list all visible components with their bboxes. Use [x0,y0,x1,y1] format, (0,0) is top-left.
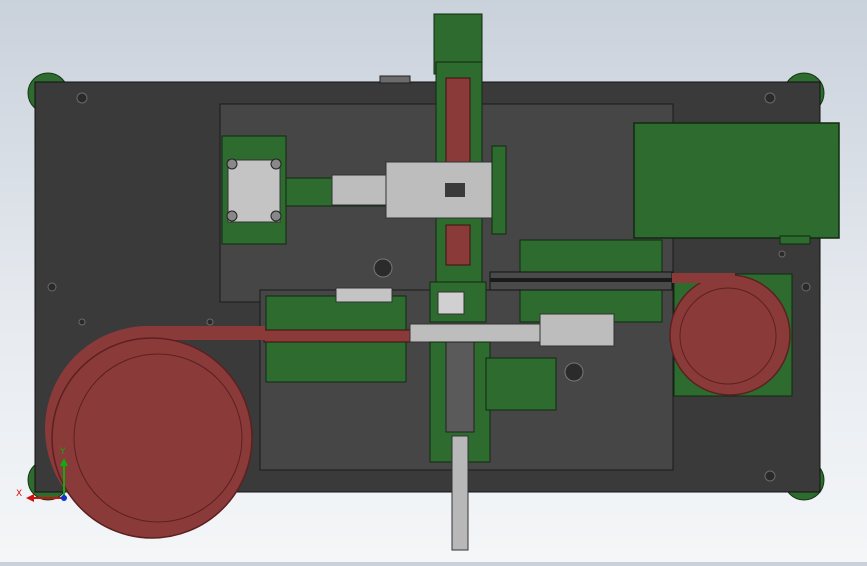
left-feed-rail [263,287,419,383]
top-tab [379,75,411,84]
sub-plate-hole-2 [564,362,584,382]
triad-x-label: X [16,489,22,499]
vertical-feeder [433,13,483,283]
cad-viewport[interactable]: X Y [0,0,867,562]
right-reel [669,273,793,397]
control-box-foot [779,235,811,245]
sub-plate-hole-1 [373,258,393,278]
control-box [633,122,840,239]
triad-y-label: Y [59,447,66,457]
assembly-drawing: X Y [16,13,840,551]
